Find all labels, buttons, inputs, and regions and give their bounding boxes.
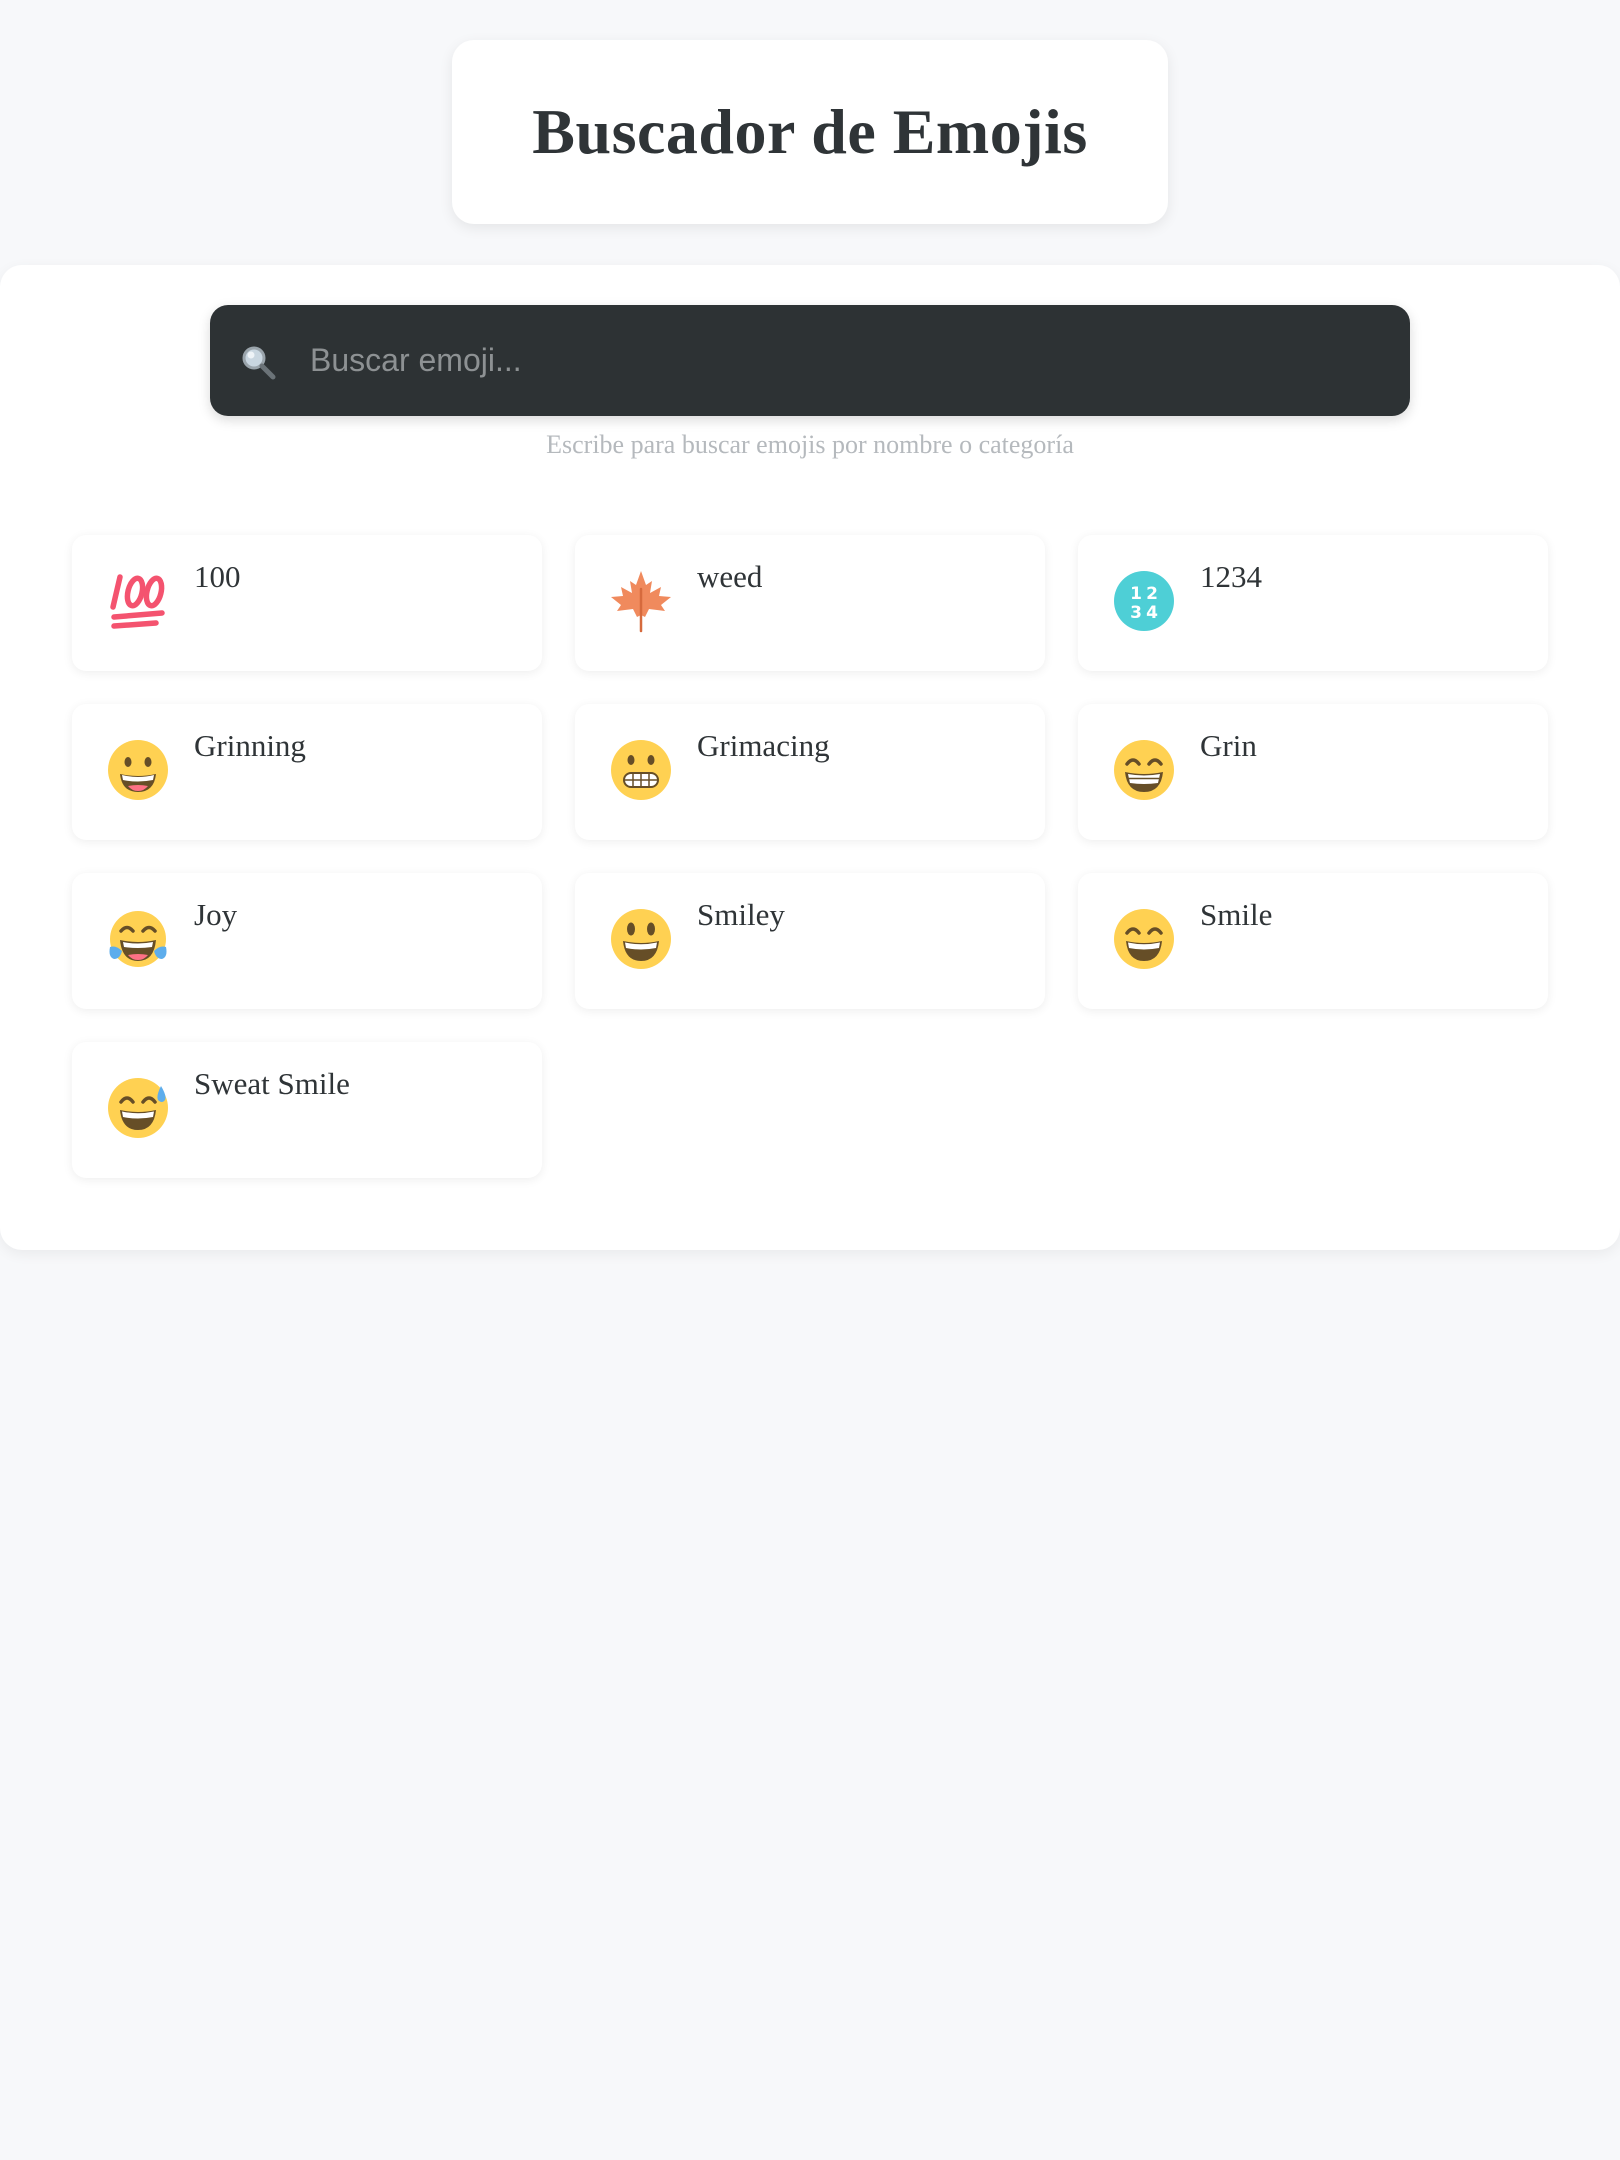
emoji-card-1234[interactable]: 1 2 3 4 1234 [1078,535,1548,671]
smile-face-icon [1114,909,1174,969]
tears-of-joy-icon [109,911,167,967]
svg-text:2: 2 [1146,584,1158,604]
emoji-card-grin[interactable]: Grin [1078,704,1548,840]
search-icon [242,346,276,380]
emoji-card-100[interactable]: 100 [72,535,542,671]
search-hint: Escribe para buscar emojis por nombre o … [546,430,1074,459]
emoji-name: Grin [1200,728,1257,763]
emoji-name: Grinning [194,728,306,763]
emoji-card-joy[interactable]: Joy [72,873,542,1009]
emoji-name: weed [697,559,763,594]
beaming-face-icon [1114,740,1174,800]
emoji-card-weed[interactable]: weed [575,535,1045,671]
sweat-smile-face-icon [108,1078,168,1138]
page-title: Buscador de Emojis [532,96,1088,167]
search-input[interactable] [310,305,1390,416]
search-bar[interactable] [210,305,1410,416]
emoji-card-smiley[interactable]: Smiley [575,873,1045,1009]
emoji-name: Smiley [697,897,785,932]
emoji-card-grinning[interactable]: Grinning [72,704,542,840]
hundred-points-icon [110,574,165,629]
emoji-name: Grimacing [697,728,830,763]
results-grid: 100 weed 1 2 3 4 1234 Grinning Grimacing… [72,535,1550,1178]
svg-text:4: 4 [1146,603,1158,623]
grimacing-face-icon [611,740,671,800]
emoji-name: 100 [194,559,241,594]
emoji-card-smile[interactable]: Smile [1078,873,1548,1009]
emoji-name: Sweat Smile [194,1066,350,1101]
svg-text:3: 3 [1130,603,1142,623]
emoji-name: 1234 [1200,559,1262,594]
input-numbers-icon: 1 2 3 4 [1114,571,1174,631]
emoji-card-sweat-smile[interactable]: Sweat Smile [72,1042,542,1178]
emoji-card-grimacing[interactable]: Grimacing [575,704,1045,840]
emoji-name: Smile [1200,897,1273,932]
emoji-name: Joy [194,897,238,932]
header-card: Buscador de Emojis [452,40,1168,224]
grinning-face-icon [108,740,168,800]
maple-leaf-icon [611,571,671,633]
main-panel: Escribe para buscar emojis por nombre o … [0,265,1620,1250]
svg-text:1: 1 [1130,584,1142,604]
smiley-face-icon [611,909,671,969]
